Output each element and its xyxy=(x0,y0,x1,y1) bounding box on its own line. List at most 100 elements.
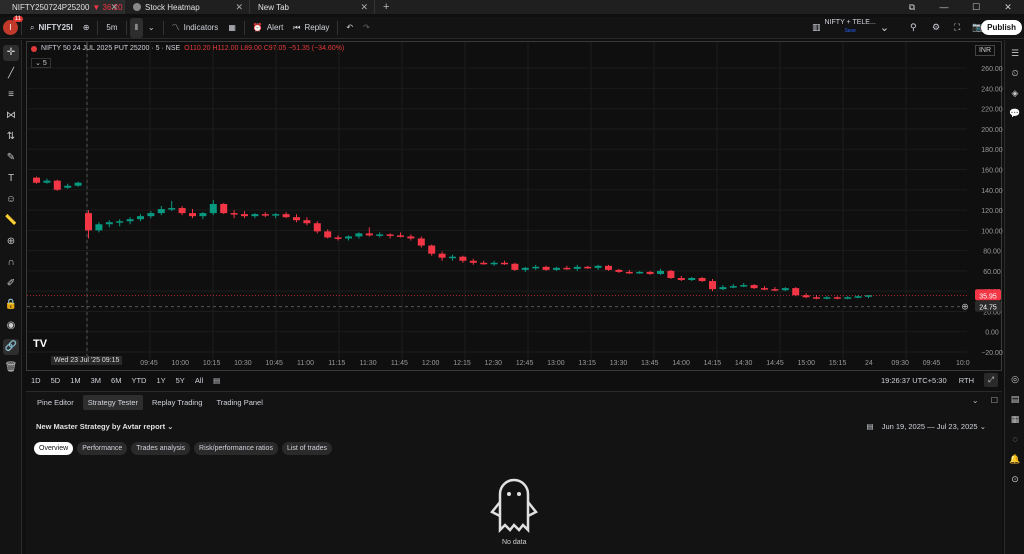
session-label[interactable]: RTH xyxy=(959,376,974,385)
calendar-icon[interactable]: ▤ xyxy=(1008,392,1022,406)
symbol-search-button[interactable]: ⌕ NIFTY25I xyxy=(25,18,78,38)
tradingview-logo-icon: TV xyxy=(33,338,48,350)
maximize-icon[interactable]: ☐ xyxy=(960,0,992,14)
indicator-collapse[interactable]: ⌄ 5 xyxy=(31,58,51,68)
range-5y[interactable]: 5Y xyxy=(176,376,185,385)
brush-icon[interactable]: ✎ xyxy=(3,150,19,166)
chart-pane[interactable]: 260.00 240.00 220.00 200.00 180.00 160.00 140.… xyxy=(26,41,1003,372)
browser-tab-new[interactable]: New Tab ✕ xyxy=(250,0,375,14)
tab-replay-trading[interactable]: Replay Trading xyxy=(147,395,207,410)
trash-icon[interactable]: 🗑 xyxy=(3,360,19,376)
candle-body xyxy=(709,281,716,290)
divider xyxy=(21,20,22,35)
fib-icon[interactable]: ≡ xyxy=(3,87,19,103)
maximize-panel-icon[interactable]: ☐ xyxy=(991,396,998,405)
auto-scale-icon[interactable]: ⤢ xyxy=(984,373,998,387)
settings-gear-icon[interactable]: ⚙ xyxy=(932,22,940,33)
window-close-icon[interactable]: ✕ xyxy=(992,0,1024,14)
collapse-panel-icon[interactable]: ⌄ xyxy=(972,396,979,405)
goto-date-icon[interactable]: ▤ xyxy=(213,376,220,385)
time-axis-label: 14:45 xyxy=(766,360,784,367)
replay-button[interactable]: ⏮ Replay xyxy=(288,18,334,38)
new-tab-button[interactable]: + xyxy=(375,1,397,13)
tab-trading-panel[interactable]: Trading Panel xyxy=(211,395,267,410)
close-icon[interactable]: ✕ xyxy=(360,2,368,13)
last-price-tag: 35.95 xyxy=(979,293,997,300)
text-icon[interactable]: T xyxy=(3,171,19,187)
currency-selector[interactable]: INR xyxy=(974,45,995,56)
crosshair-icon[interactable]: ✛ xyxy=(3,45,19,61)
layers-icon[interactable]: ◈ xyxy=(1008,86,1022,100)
position-icon[interactable]: ⇅ xyxy=(3,129,19,145)
candle-body xyxy=(230,213,238,215)
time-axis-label: 14:30 xyxy=(735,360,753,367)
chat-icon[interactable]: 💬 xyxy=(1008,106,1022,120)
chart-type-dropdown[interactable]: ⌄ xyxy=(143,18,160,38)
date-range-selector[interactable]: ▤ Jun 19, 2025 — Jul 23, 2025 ⌄ xyxy=(867,422,986,431)
range-6m[interactable]: 6M xyxy=(111,376,121,385)
chart-type-button[interactable]: ⫴ xyxy=(129,17,143,38)
report-tab-trades-analysis[interactable]: Trades analysis xyxy=(131,442,191,455)
redo-button[interactable]: ↷ xyxy=(358,18,375,38)
lock-drawing-icon[interactable]: ✐ xyxy=(3,276,19,292)
emoji-icon[interactable]: ☺ xyxy=(3,192,19,208)
notification-bell-icon[interactable]: 🔔 xyxy=(1008,452,1022,466)
interval-button[interactable]: 5m xyxy=(101,18,122,38)
range-1m[interactable]: 1M xyxy=(70,376,80,385)
report-tab-risk-performance-ratios[interactable]: Risk/performance ratios xyxy=(194,442,278,455)
target-icon[interactable]: ◎ xyxy=(1008,372,1022,386)
trendline-icon[interactable]: ╱ xyxy=(3,66,19,82)
indicators-button[interactable]: 〽 Indicators xyxy=(167,18,224,38)
browser-tab-heatmap[interactable]: Stock Heatmap ✕ xyxy=(125,0,250,14)
lock-icon[interactable]: 🔒 xyxy=(3,297,19,313)
range-3m[interactable]: 3M xyxy=(91,376,101,385)
quick-search-icon[interactable]: ⚲ xyxy=(910,22,917,33)
range-all[interactable]: All xyxy=(195,376,203,385)
zoom-in-icon[interactable]: ⊕ xyxy=(3,234,19,250)
ideas-icon[interactable]: ◌ xyxy=(1008,432,1022,446)
range-ytd[interactable]: YTD xyxy=(131,376,146,385)
tab-pine-editor[interactable]: Pine Editor xyxy=(32,395,79,410)
avatar-letter: I xyxy=(9,23,12,32)
range-1y[interactable]: 1Y xyxy=(156,376,165,385)
range-1d[interactable]: 1D xyxy=(31,376,41,385)
grid-icon: ▦ xyxy=(228,23,236,32)
compare-symbol-button[interactable]: ⊕ xyxy=(78,18,95,38)
picture-in-picture-icon[interactable]: ⧉ xyxy=(896,0,928,14)
minimize-icon[interactable]: — xyxy=(928,0,960,14)
report-tab-overview[interactable]: Overview xyxy=(34,442,74,455)
hotlist-icon[interactable]: ▦ xyxy=(1008,412,1022,426)
undo-button[interactable]: ↶ xyxy=(341,18,358,38)
avatar[interactable]: I 11 xyxy=(3,16,23,35)
close-icon[interactable]: ✕ xyxy=(110,2,118,13)
candle-body xyxy=(501,262,508,265)
browser-tab-nifty[interactable]: NIFTY250724P25200 ▼ 36.20 ✕ xyxy=(0,0,125,14)
help-icon[interactable]: ⊙ xyxy=(1008,472,1022,486)
templates-button[interactable]: ▦ xyxy=(223,18,241,38)
report-tab-list-of-trades[interactable]: List of trades xyxy=(281,442,333,455)
candle-body xyxy=(168,208,176,210)
strategy-selector[interactable]: New Master Strategy by Avtar report ⌄ xyxy=(36,422,173,431)
candle-body xyxy=(844,297,852,299)
fullscreen-icon[interactable]: ⛶ xyxy=(954,22,960,33)
magnet-icon[interactable]: ∩ xyxy=(3,255,19,271)
price-chart[interactable]: 260.00240.00220.00200.00180.00160.00140.… xyxy=(27,42,1003,372)
publish-button[interactable]: Publish xyxy=(981,20,1022,35)
alerts-clock-icon[interactable]: ⏲ xyxy=(1008,66,1022,80)
symbol-label: NIFTY25I xyxy=(38,23,73,32)
ruler-icon[interactable]: 📏 xyxy=(3,213,19,229)
tab-strategy-tester[interactable]: Strategy Tester xyxy=(82,394,143,410)
layout-selector[interactable]: ▥ NIFTY + TELE... Save ⌄ xyxy=(812,19,889,35)
tab-price: ▼ 36.20 xyxy=(92,2,123,12)
eye-icon[interactable]: ◉ xyxy=(3,318,19,334)
tab-label: New Tab xyxy=(258,2,289,12)
pattern-icon[interactable]: ⋈ xyxy=(3,108,19,124)
time-axis-label: 09:30 xyxy=(891,360,909,367)
range-5d[interactable]: 5D xyxy=(51,376,61,385)
close-icon[interactable]: ✕ xyxy=(235,2,243,13)
link-icon[interactable]: 🔗 xyxy=(3,339,19,355)
report-tab-performance[interactable]: Performance xyxy=(77,442,128,455)
alert-button[interactable]: ⏰ Alert xyxy=(248,18,288,38)
price-axis-label: 160.00 xyxy=(981,168,1003,175)
watchlist-icon[interactable]: ☰ xyxy=(1008,46,1022,60)
